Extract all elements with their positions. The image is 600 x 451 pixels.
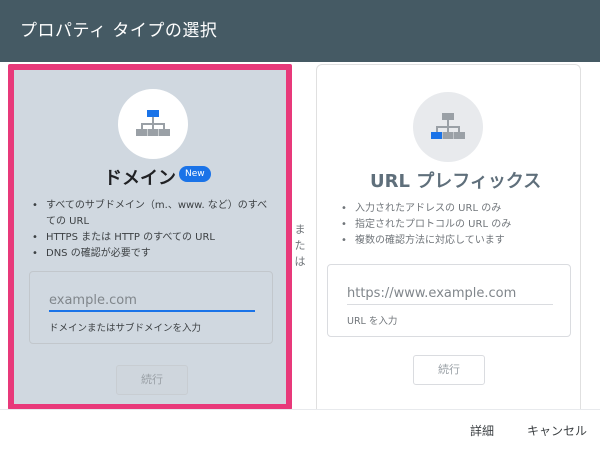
cancel-button[interactable]: キャンセル (527, 422, 587, 439)
domain-input-box: ドメインまたはサブドメインを入力 (29, 271, 273, 344)
url-prefix-option-title: URL プレフィックス (370, 171, 542, 192)
domain-help-text: ドメインまたはサブドメインを入力 (49, 323, 202, 334)
domain-feature-list: すべてのサブドメイン（m.、www. など）のすべての URL HTTPS また… (30, 198, 270, 262)
details-button[interactable]: 詳細 (470, 422, 494, 439)
url-feature-list: 入力されたアドレスの URL のみ 指定されたプロトコルの URL のみ 複数の… (339, 201, 569, 249)
domain-option-title: ドメイン (104, 168, 176, 189)
feature-item: HTTPS または HTTP のすべての URL (30, 230, 270, 246)
dialog-footer: 詳細 キャンセル (0, 409, 600, 451)
feature-item: DNS の確認が必要です (30, 246, 270, 262)
url-input[interactable] (347, 283, 553, 305)
feature-item: 入力されたアドレスの URL のみ (339, 201, 569, 217)
feature-item: すべてのサブドメイン（m.、www. など）のすべての URL (30, 198, 270, 230)
or-divider-label: または (294, 223, 306, 268)
url-prefix-option-card[interactable]: URL プレフィックス 入力されたアドレスの URL のみ 指定されたプロトコル… (316, 64, 581, 409)
sitemap-icon (136, 110, 170, 136)
new-badge: New (179, 166, 211, 182)
dialog-title: プロパティ タイプの選択 (20, 21, 218, 41)
dialog-header: プロパティ タイプの選択 (0, 0, 600, 62)
url-input-box: URL を入力 (327, 264, 571, 337)
feature-item: 複数の確認方法に対応しています (339, 233, 569, 249)
url-help-text: URL を入力 (347, 316, 398, 327)
sitemap-icon (431, 113, 465, 139)
domain-continue-button[interactable]: 続行 (116, 365, 188, 395)
domain-icon-circle (118, 89, 188, 159)
domain-input[interactable] (49, 290, 255, 312)
url-continue-button[interactable]: 続行 (413, 355, 485, 385)
feature-item: 指定されたプロトコルの URL のみ (339, 217, 569, 233)
url-icon-circle (413, 92, 483, 162)
property-type-dialog: プロパティ タイプの選択 ドメイン New すべてのサブドメイン（m.、www.… (0, 0, 600, 451)
domain-option-card[interactable]: ドメイン New すべてのサブドメイン（m.、www. など）のすべての URL… (8, 64, 292, 410)
